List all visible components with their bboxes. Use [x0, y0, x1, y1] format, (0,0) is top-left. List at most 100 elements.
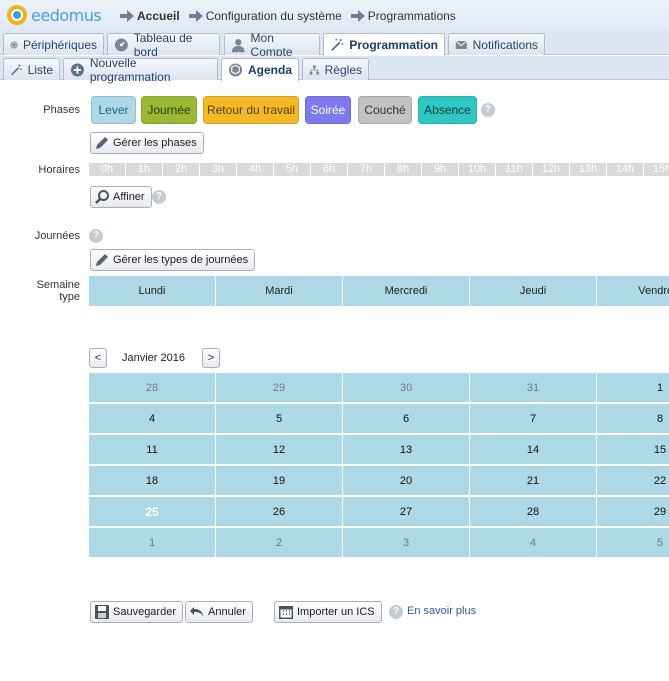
next-month-button[interactable]: >	[202, 348, 220, 368]
hour-cell: 7h	[348, 163, 385, 176]
save-button[interactable]: Sauvegarder	[90, 601, 183, 623]
calendar-day[interactable]: 3	[343, 528, 470, 558]
calendar-day[interactable]: 6	[343, 404, 470, 434]
phase-journee[interactable]: Journée	[141, 96, 197, 124]
tab-label: Agenda	[247, 63, 292, 77]
calendar-day[interactable]: 30	[343, 373, 470, 403]
hour-cell: 3h	[200, 163, 237, 176]
breadcrumb-home[interactable]: Accueil	[137, 9, 180, 23]
refine-button[interactable]: Affiner	[90, 186, 152, 208]
calendar-day-today[interactable]: 25	[89, 497, 216, 527]
calendar-day[interactable]: 18	[89, 466, 216, 496]
subtab-agenda[interactable]: Agenda	[221, 58, 299, 81]
dashboard-icon	[114, 38, 128, 51]
help-icon[interactable]: ?	[389, 605, 403, 619]
tab-label: Programmation	[349, 38, 438, 52]
hour-cell: 14h	[607, 163, 644, 176]
tab-tableau-de-bord[interactable]: Tableau de bord	[107, 31, 220, 59]
calendar-week-row: 28 29 30 31 1	[89, 373, 669, 404]
calendar-day[interactable]: 2	[216, 528, 343, 558]
calendar-day[interactable]: 5	[216, 404, 343, 434]
calendar-day[interactable]: 28	[89, 373, 216, 403]
calendar-day[interactable]: 29	[216, 373, 343, 403]
tab-notifications[interactable]: Notifications	[448, 33, 545, 55]
tab-peripheriques[interactable]: Périphériques	[3, 33, 104, 55]
calendar-day[interactable]: 4	[470, 528, 597, 558]
calendar-day[interactable]: 1	[597, 373, 669, 403]
breadcrumb-config[interactable]: Configuration du système	[206, 9, 342, 23]
month-label: Janvier 2016	[122, 352, 185, 364]
help-icon[interactable]: ?	[152, 190, 166, 204]
phase-soiree[interactable]: Soirée	[305, 96, 351, 124]
button-label: Sauvegarder	[113, 606, 176, 618]
breadcrumb-programmations[interactable]: Programmations	[368, 9, 456, 23]
hour-cell: 2h	[163, 163, 200, 176]
calendar-day[interactable]: 29	[597, 497, 669, 527]
floppy-disk-icon	[95, 605, 109, 619]
prev-month-button[interactable]: <	[89, 348, 107, 368]
calendar-day[interactable]: 19	[216, 466, 343, 496]
button-label: Gérer les types de journées	[113, 254, 249, 266]
weekday-thursday[interactable]: Jeudi	[470, 276, 597, 306]
tab-label: Mon Compte	[250, 30, 293, 59]
subtab-liste[interactable]: Liste	[3, 58, 60, 80]
semaine-type-label: Semaine type	[20, 279, 80, 303]
sub-tab-bar: Liste Nouvelle programmation Agenda Règl…	[0, 56, 669, 84]
calendar-day[interactable]: 20	[343, 466, 470, 496]
calendar-day[interactable]: 11	[89, 435, 216, 465]
calendar-day[interactable]: 26	[216, 497, 343, 527]
calendar-day[interactable]: 31	[470, 373, 597, 403]
phase-lever[interactable]: Lever	[91, 96, 136, 124]
cube-icon	[10, 41, 18, 48]
phase-retour-du-travail[interactable]: Retour du travail	[203, 96, 299, 124]
calendar-day[interactable]: 8	[597, 404, 669, 434]
subtab-regles[interactable]: Règles	[302, 58, 369, 80]
logo-ring-icon	[7, 5, 27, 25]
phase-label: Retour du travail	[206, 103, 296, 117]
semaine-type-line1: Semaine	[36, 279, 80, 291]
calendar-day[interactable]: 28	[470, 497, 597, 527]
eedomus-logo[interactable]: eedomus	[7, 5, 102, 25]
tab-label: Nouvelle programmation	[89, 55, 171, 84]
weekday-monday[interactable]: Lundi	[89, 276, 216, 306]
calendar-day[interactable]: 14	[470, 435, 597, 465]
button-label: Gérer les phases	[113, 137, 197, 149]
subtab-nouvelle-programmation[interactable]: Nouvelle programmation	[63, 56, 218, 84]
hours-timeline[interactable]: 0h 1h 2h 3h 4h 5h 6h 7h 8h 9h 10h 11h 12…	[89, 163, 669, 176]
calendar-day[interactable]: 21	[470, 466, 597, 496]
manage-day-types-button[interactable]: Gérer les types de journées	[90, 249, 256, 271]
calendar-day[interactable]: 22	[597, 466, 669, 496]
button-label: Affiner	[113, 191, 145, 203]
semaine-type-line2: type	[59, 291, 80, 303]
help-icon[interactable]: ?	[89, 229, 103, 243]
calendar-day[interactable]: 13	[343, 435, 470, 465]
learn-more-link[interactable]: En savoir plus	[407, 605, 476, 617]
phase-couche[interactable]: Couché	[358, 96, 412, 124]
cancel-button[interactable]: Annuler	[185, 601, 253, 623]
calendar-day[interactable]: 12	[216, 435, 343, 465]
import-ics-button[interactable]: Importer un ICS	[274, 601, 382, 623]
help-icon[interactable]: ?	[481, 103, 495, 117]
phase-absence[interactable]: Absence	[418, 96, 477, 124]
tab-mon-compte[interactable]: Mon Compte	[224, 31, 320, 59]
tab-programmation[interactable]: Programmation	[323, 33, 445, 56]
journees-label: Journées	[34, 230, 80, 242]
tab-label: Périphériques	[22, 37, 97, 52]
calendar-grid: 28 29 30 31 1 4 5 6 7 8 11 12 13 14 15 18 19 20 21 22 25 26 27…	[89, 373, 669, 558]
calendar-day[interactable]: 4	[89, 404, 216, 434]
weekday-tuesday[interactable]: Mardi	[216, 276, 343, 306]
weekday-friday[interactable]: Vendredi	[597, 276, 669, 306]
magnifier-icon	[95, 190, 109, 204]
cube-icon	[228, 63, 243, 77]
calendar-day[interactable]: 1	[89, 528, 216, 558]
hour-cell: 5h	[274, 163, 311, 176]
weekday-wednesday[interactable]: Mercredi	[343, 276, 470, 306]
manage-phases-button[interactable]: Gérer les phases	[90, 132, 204, 154]
calendar-day[interactable]: 15	[597, 435, 669, 465]
calendar-day[interactable]: 5	[597, 528, 669, 558]
arrow-right-icon	[350, 10, 365, 22]
calendar-day[interactable]: 7	[470, 404, 597, 434]
phases-label: Phases	[43, 104, 80, 116]
calendar-day[interactable]: 27	[343, 497, 470, 527]
horaires-label: Horaires	[38, 164, 80, 176]
